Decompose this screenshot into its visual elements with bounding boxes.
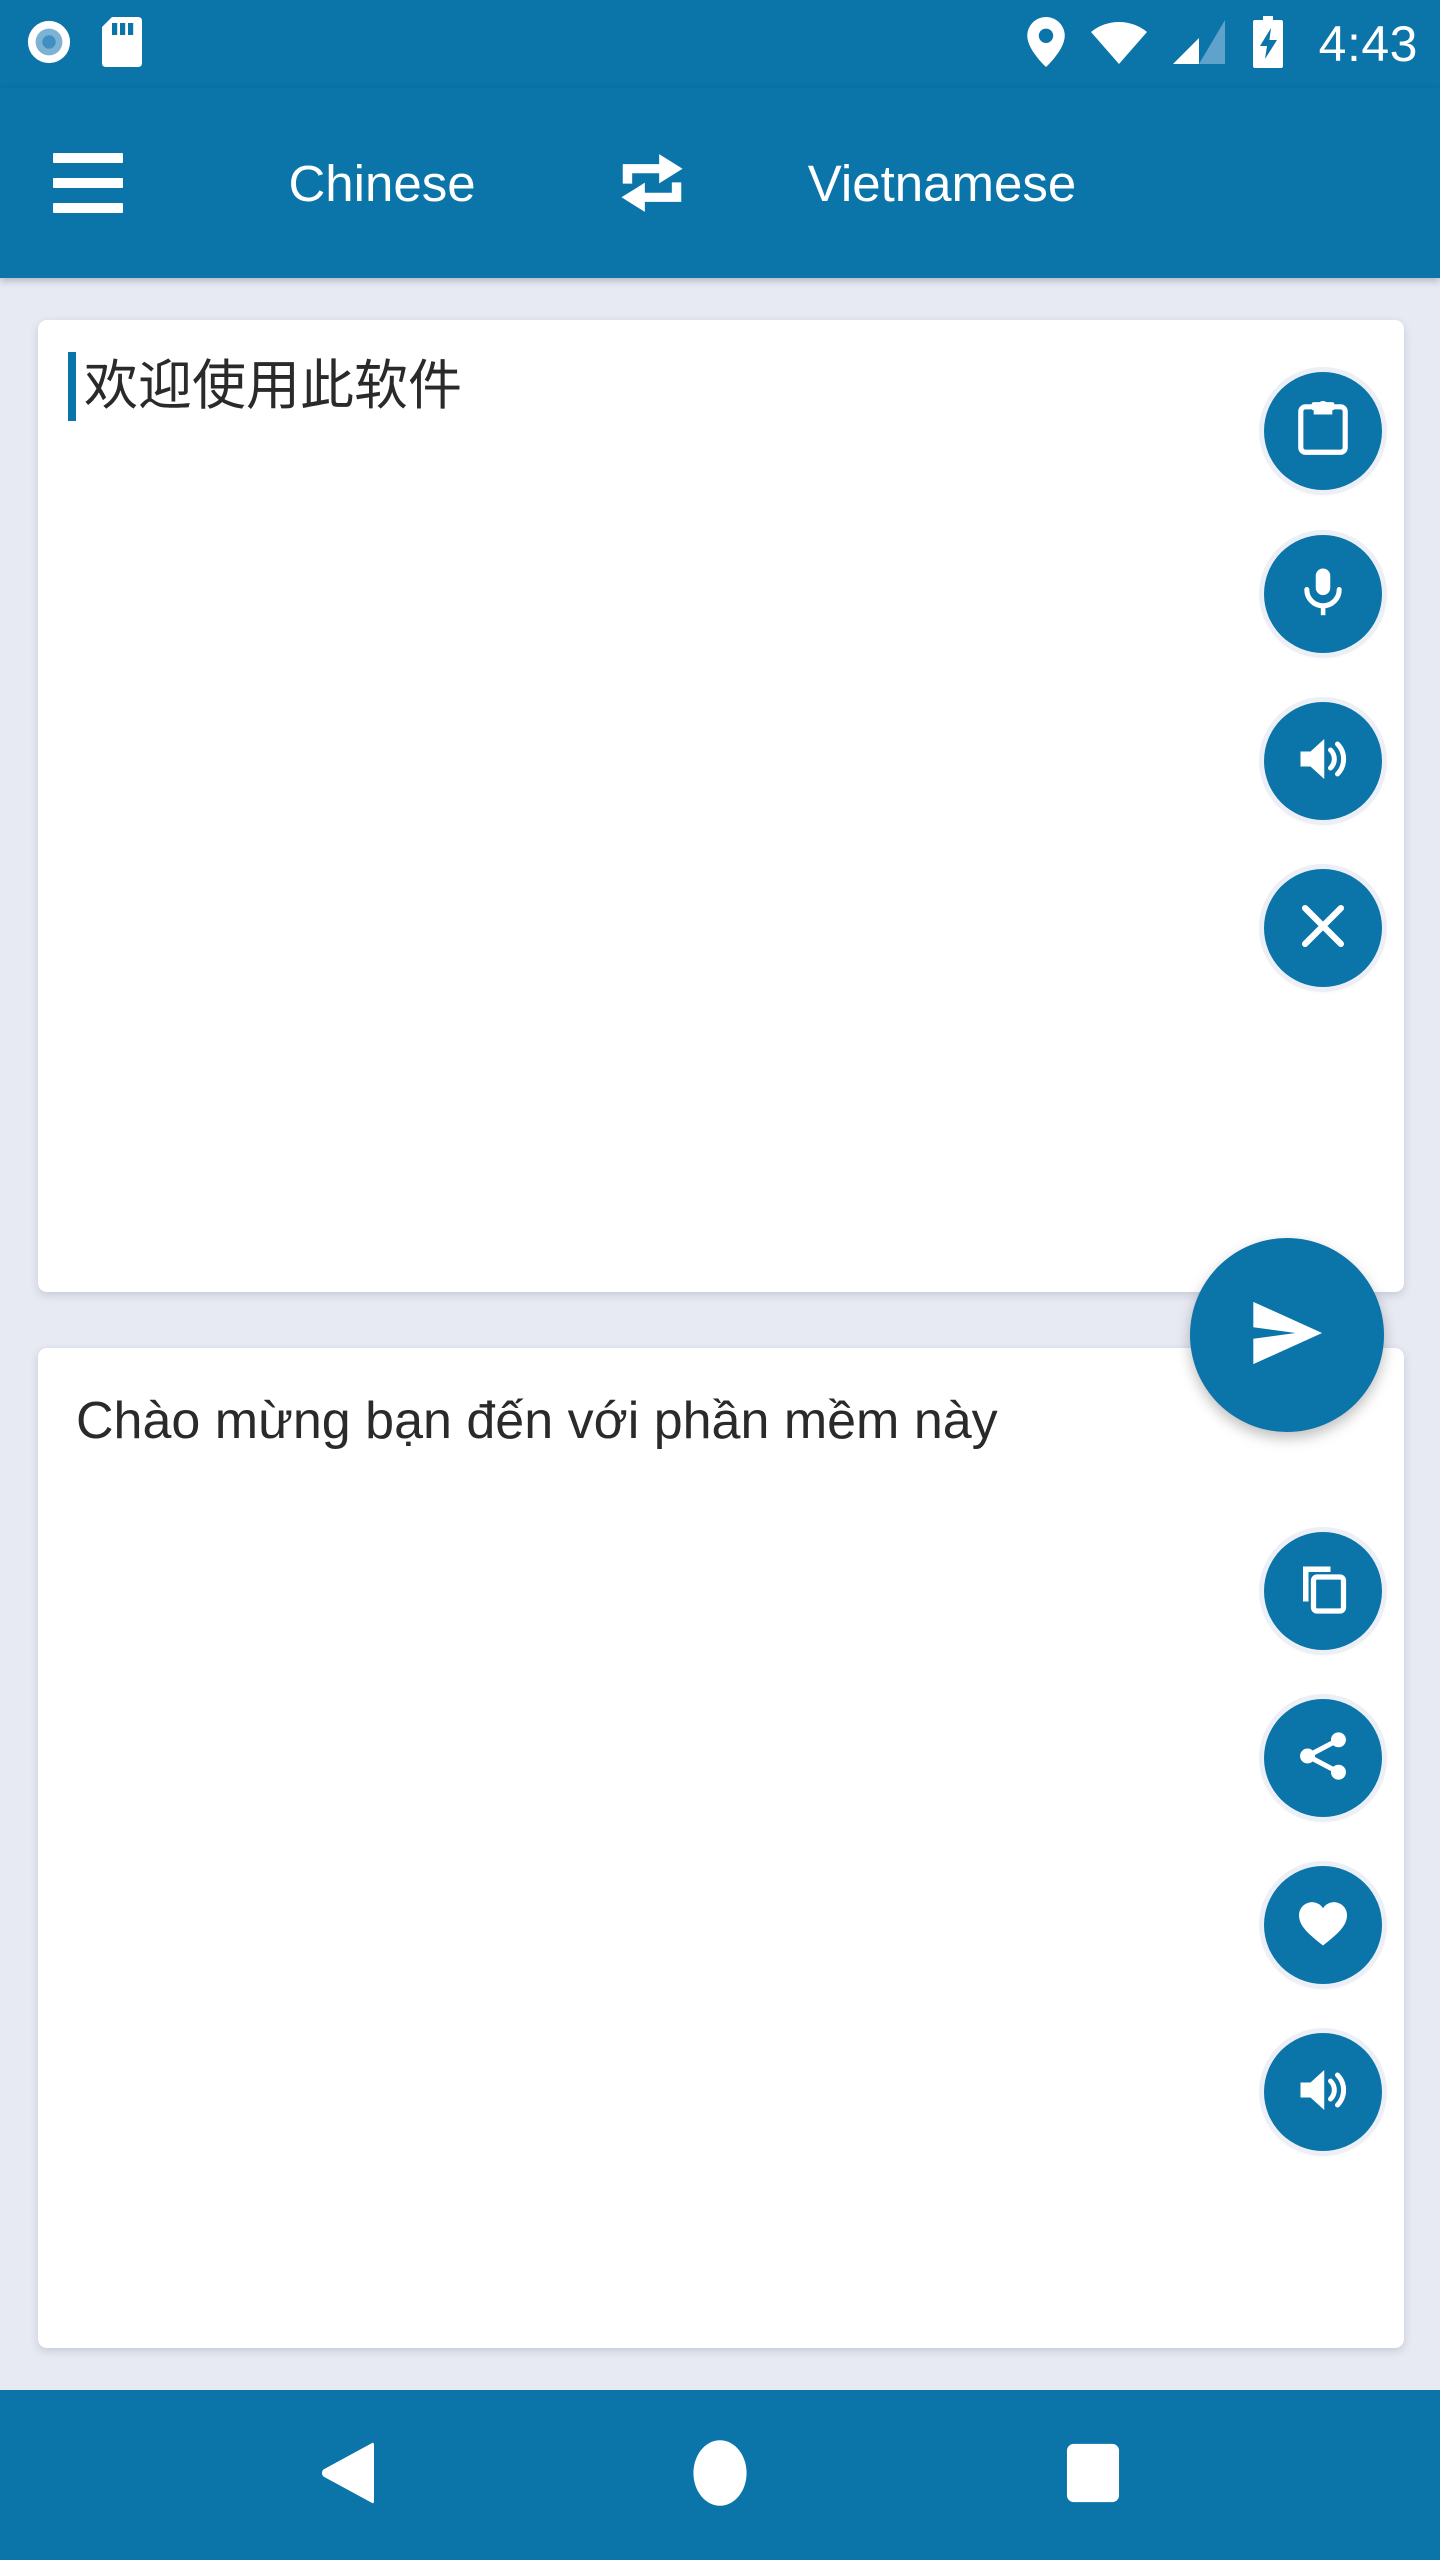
speaker-icon: [1293, 729, 1353, 794]
hamburger-menu-icon[interactable]: [46, 135, 142, 231]
home-circle-icon: [691, 2439, 749, 2512]
status-bar-left-icons: [26, 16, 142, 72]
microphone-icon: [1294, 563, 1352, 626]
close-icon: [1294, 897, 1352, 960]
location-pin-icon: [1026, 16, 1065, 72]
status-bar: 4:43: [0, 0, 1440, 88]
send-icon: [1244, 1290, 1330, 1381]
android-navigation-bar: [0, 2390, 1440, 2560]
speaker-icon: [1293, 2060, 1353, 2125]
translate-send-button[interactable]: [1190, 1238, 1384, 1432]
screen-record-icon: [26, 19, 72, 70]
sd-card-icon: [102, 16, 142, 72]
battery-charging-icon: [1251, 15, 1285, 73]
wifi-icon: [1090, 19, 1147, 70]
back-triangle-icon: [317, 2440, 377, 2511]
hamburger-bar: [53, 153, 123, 163]
source-text-input[interactable]: 欢迎使用此软件: [68, 352, 1234, 422]
speak-source-button[interactable]: [1264, 702, 1382, 820]
status-bar-right-icons: 4:43: [1026, 15, 1418, 73]
nav-recents-button[interactable]: [1023, 2405, 1163, 2545]
speak-translation-button[interactable]: [1264, 2033, 1382, 2151]
clear-button[interactable]: [1264, 869, 1382, 987]
target-language-button[interactable]: Vietnamese: [707, 158, 1177, 209]
hamburger-bar: [53, 203, 123, 213]
translator-app-screen: 4:43 Chinese Vietnamese 欢迎使用此软件 Chào mừn…: [0, 0, 1440, 2560]
hamburger-bar: [53, 178, 123, 188]
recents-square-icon: [1065, 2442, 1121, 2509]
nav-back-button[interactable]: [277, 2405, 417, 2545]
mic-button[interactable]: [1264, 535, 1382, 653]
source-text-card[interactable]: 欢迎使用此软件: [38, 320, 1404, 1292]
translation-result-card[interactable]: Chào mừng bạn đến với phần mềm này: [38, 1348, 1404, 2348]
cellular-signal-icon: [1172, 19, 1225, 70]
nav-home-button[interactable]: [650, 2405, 790, 2545]
share-icon: [1294, 1727, 1352, 1790]
share-button[interactable]: [1264, 1699, 1382, 1817]
source-language-button[interactable]: Chinese: [167, 158, 597, 209]
translation-result-text: Chào mừng bạn đến với phần mềm này: [76, 1392, 998, 1450]
copy-button[interactable]: [1264, 1532, 1382, 1650]
copy-icon: [1293, 1559, 1353, 1624]
paste-button[interactable]: [1264, 372, 1382, 490]
favorite-button[interactable]: [1264, 1866, 1382, 1984]
swap-languages-icon[interactable]: [597, 128, 707, 238]
heart-icon: [1293, 1893, 1353, 1958]
language-selector-row: Chinese Vietnamese: [142, 128, 1440, 238]
clipboard-icon: [1292, 398, 1354, 465]
status-bar-clock: 4:43: [1318, 16, 1418, 72]
app-toolbar: Chinese Vietnamese: [0, 88, 1440, 278]
